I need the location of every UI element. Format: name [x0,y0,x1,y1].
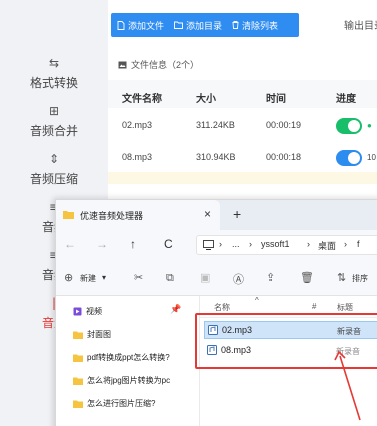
explorer-navbar: ← → ↑ C › ... › yssoft1 › 桌面 › f [56,230,377,260]
nav-item-label: 怎么将jpg图片转换为pc [87,376,171,385]
cell-name: 08.mp3 [122,152,153,162]
file-action-group: 添加文件 添加目录 清除列表 [111,13,299,37]
progress-toggle[interactable] [336,118,362,134]
monitor-icon [203,240,214,250]
progress-extra: ● [367,121,372,130]
refresh-icon[interactable]: C [164,237,173,251]
breadcrumb-yssoft1[interactable]: yssoft1 [261,239,290,249]
sort-caret-icon: ^ [255,296,259,305]
highlight-band [108,172,377,184]
back-icon[interactable]: ← [64,237,76,251]
merge-icon: ⊞ [48,104,60,118]
sidebar-item-label: 格式转换 [29,76,78,90]
cell-name: 02.mp3 [122,120,153,130]
trash-icon [232,21,239,29]
progress-extra: 10 [367,153,376,162]
explorer-tab[interactable]: 优速音频处理器 × [56,200,220,230]
breadcrumb-desktop[interactable]: 桌面 [318,239,336,252]
sidebar-item-label: 音频压缩 [29,172,78,186]
nav-item[interactable]: 怎么将jpg图片转换为pc [73,375,170,386]
nav-item[interactable]: 怎么进行图片压缩? [73,398,155,409]
folder-icon [73,354,83,362]
clear-list-label: 清除列表 [242,20,279,31]
nav-item-label: 视频 [86,307,102,316]
sort-button-label[interactable]: 排序 [352,273,368,284]
app-root: ⇆ 格式转换 ⊞ 音频合并 ⇕ 音频压缩 ≡ 音频 ≡ 音频 | 音量 添加文件… [0,0,377,426]
pin-icon[interactable]: 📌 [170,304,181,315]
breadcrumb-separator-icon: › [219,239,222,249]
image-list-icon [118,61,127,68]
file-icon [117,20,125,30]
table-row[interactable]: 02.mp3 311.24KB 00:00:19 ● [108,108,377,144]
add-file-button[interactable]: 添加文件 [111,19,168,32]
nav-item[interactable]: pdf转换成ppt怎么转换? [73,352,170,363]
folder-icon [63,211,74,219]
cut-icon[interactable]: ✂ [134,271,143,284]
add-folder-button[interactable]: 添加目录 [168,19,226,32]
navigation-pane: 视频 封面图 pdf转换成ppt怎么转换? 怎么将jpg图片转换为pc 怎么进行… [56,296,199,426]
col-header-progress: 进度 [336,94,356,105]
forward-icon[interactable]: → [96,237,108,251]
col-header-title[interactable]: 标题 [337,302,353,313]
format-convert-icon: ⇆ [48,56,60,70]
rename-icon[interactable]: Ⓐ [233,271,244,287]
video-icon [73,307,82,316]
file-info-label: 文件信息（2个） [131,60,200,70]
sidebar-item-compress[interactable]: ⇕ 音频压缩 [0,152,108,188]
col-header-number[interactable]: # [312,302,316,311]
sidebar-item-merge[interactable]: ⊞ 音频合并 [0,104,108,140]
compress-icon: ⇕ [48,152,60,166]
cell-size: 310.94KB [196,152,236,162]
breadcrumb-separator-icon: › [307,239,310,249]
red-arrow-icon [334,350,361,421]
copy-icon[interactable]: ⧉ [166,271,174,285]
new-icon[interactable]: ⊕ [64,271,73,284]
toggle-knob [348,152,360,164]
col-header-name: 文件名称 [122,94,162,105]
cell-time: 00:00:19 [266,120,302,130]
nav-item-label: 怎么进行图片压缩? [87,399,156,408]
col-header-time: 时间 [266,94,286,105]
file-info-header: 文件信息（2个） [118,58,199,71]
new-tab-icon[interactable]: + [233,206,241,222]
delete-icon[interactable]: 🗑 [300,271,314,284]
folder-icon [174,21,183,29]
chevron-down-icon[interactable]: ▾ [102,273,106,282]
nav-item[interactable]: 封面图 [73,329,111,340]
nav-item-label: 封面图 [87,330,111,339]
add-folder-label: 添加目录 [186,20,223,31]
cell-time: 00:00:18 [266,152,302,162]
explorer-tab-title: 优速音频处理器 [80,211,144,221]
output-dir-label: 输出目录 [344,21,377,32]
col-header-size: 大小 [196,94,216,105]
sidebar-item-label: 音频合并 [29,124,78,138]
close-tab-icon[interactable]: × [204,207,211,221]
sidebar-item-format-convert[interactable]: ⇆ 格式转换 [0,56,108,92]
breadcrumb-separator-icon: › [344,239,347,249]
up-icon[interactable]: ↑ [130,237,136,251]
explorer-tabstrip: 优速音频处理器 × + [56,200,377,230]
cell-size: 311.24KB [196,120,235,130]
breadcrumb-current[interactable]: f [357,239,360,249]
folder-icon [73,331,83,339]
top-toolbar: 添加文件 添加目录 清除列表 输出目录 [108,0,377,48]
address-bar[interactable]: › ... › yssoft1 › 桌面 › f [196,235,377,255]
new-button-label[interactable]: 新建 [80,273,96,284]
clear-list-button[interactable]: 清除列表 [226,19,282,32]
folder-icon [73,377,83,385]
folder-icon [73,400,83,408]
table-row[interactable]: 08.mp3 310.94KB 00:00:18 10 [108,140,377,176]
sort-icon[interactable]: ⇅ [337,271,346,284]
toggle-knob [348,120,360,132]
col-header-name[interactable]: 名称 [214,302,230,313]
nav-item-label: pdf转换成ppt怎么转换? [87,353,170,362]
breadcrumb-separator-icon: › [249,239,252,249]
paste-icon[interactable]: ▣ [200,271,210,284]
add-file-label: 添加文件 [128,20,165,31]
nav-item[interactable]: 视频 [73,306,102,317]
breadcrumb-ellipsis[interactable]: ... [232,239,240,249]
share-icon[interactable]: ⇪ [266,271,275,284]
explorer-toolbar: ⊕ 新建 ▾ ✂ ⧉ ▣ Ⓐ ⇪ 🗑 ⇅ 排序 [56,260,377,296]
progress-toggle[interactable] [336,150,362,166]
